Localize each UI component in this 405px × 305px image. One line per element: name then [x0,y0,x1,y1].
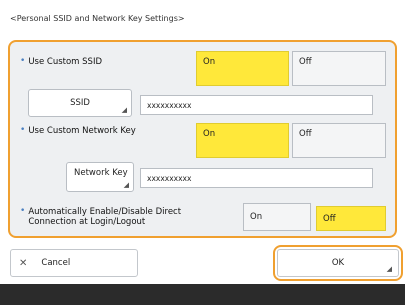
bullet-icon: • [20,206,26,216]
custom-key-on-button[interactable]: On [196,123,289,158]
close-icon: ✕ [19,257,28,269]
custom-key-off-button[interactable]: Off [292,123,386,158]
auto-direct-line1: Automatically Enable/Disable Direct [28,207,182,217]
ssid-button-label: SSID [70,98,90,108]
custom-key-off-label: Off [299,129,312,139]
custom-ssid-on-label: On [203,57,216,67]
use-custom-key-label: • Use Custom Network Key [20,125,136,137]
cancel-label: Cancel [41,258,71,268]
custom-key-on-label: On [203,129,216,139]
auto-direct-text: Automatically Enable/Disable Direct Conn… [28,207,181,227]
ok-label: OK [331,258,345,268]
network-key-button[interactable]: Network Key ◢ [66,162,134,192]
ssid-field[interactable]: xxxxxxxxxx [140,95,373,115]
auto-direct-on-button[interactable]: On [243,203,311,231]
corner-arrow-icon: ◢ [121,106,127,114]
page-title: <Personal SSID and Network Key Settings> [10,14,185,23]
auto-direct-line2: Connection at Login/Logout [28,217,146,227]
auto-direct-off-label: Off [323,213,336,224]
custom-ssid-off-label: Off [299,57,312,67]
corner-arrow-icon: ◢ [123,181,129,189]
auto-direct-label: • Automatically Enable/Disable Direct Co… [20,206,181,228]
network-key-value: xxxxxxxxxx [147,173,192,183]
corner-arrow-icon: ◢ [386,265,392,273]
cancel-button[interactable]: ✕ Cancel [10,249,138,277]
ok-button[interactable]: OK ◢ [277,249,399,277]
network-key-button-label: Network Key [74,168,128,178]
network-key-field[interactable]: xxxxxxxxxx [140,168,373,188]
auto-direct-off-button[interactable]: Off [316,206,386,231]
bullet-icon: • [20,125,26,135]
use-custom-key-text: Use Custom Network Key [28,126,136,136]
use-custom-ssid-label: • Use Custom SSID [20,56,103,68]
custom-ssid-on-button[interactable]: On [196,51,289,86]
bullet-icon: • [20,56,26,66]
ssid-value: xxxxxxxxxx [147,100,192,110]
footer-bar [0,284,405,305]
auto-direct-on-label: On [250,212,263,222]
ssid-button[interactable]: SSID ◢ [28,89,132,117]
custom-ssid-off-button[interactable]: Off [292,51,386,86]
use-custom-ssid-text: Use Custom SSID [28,57,103,67]
